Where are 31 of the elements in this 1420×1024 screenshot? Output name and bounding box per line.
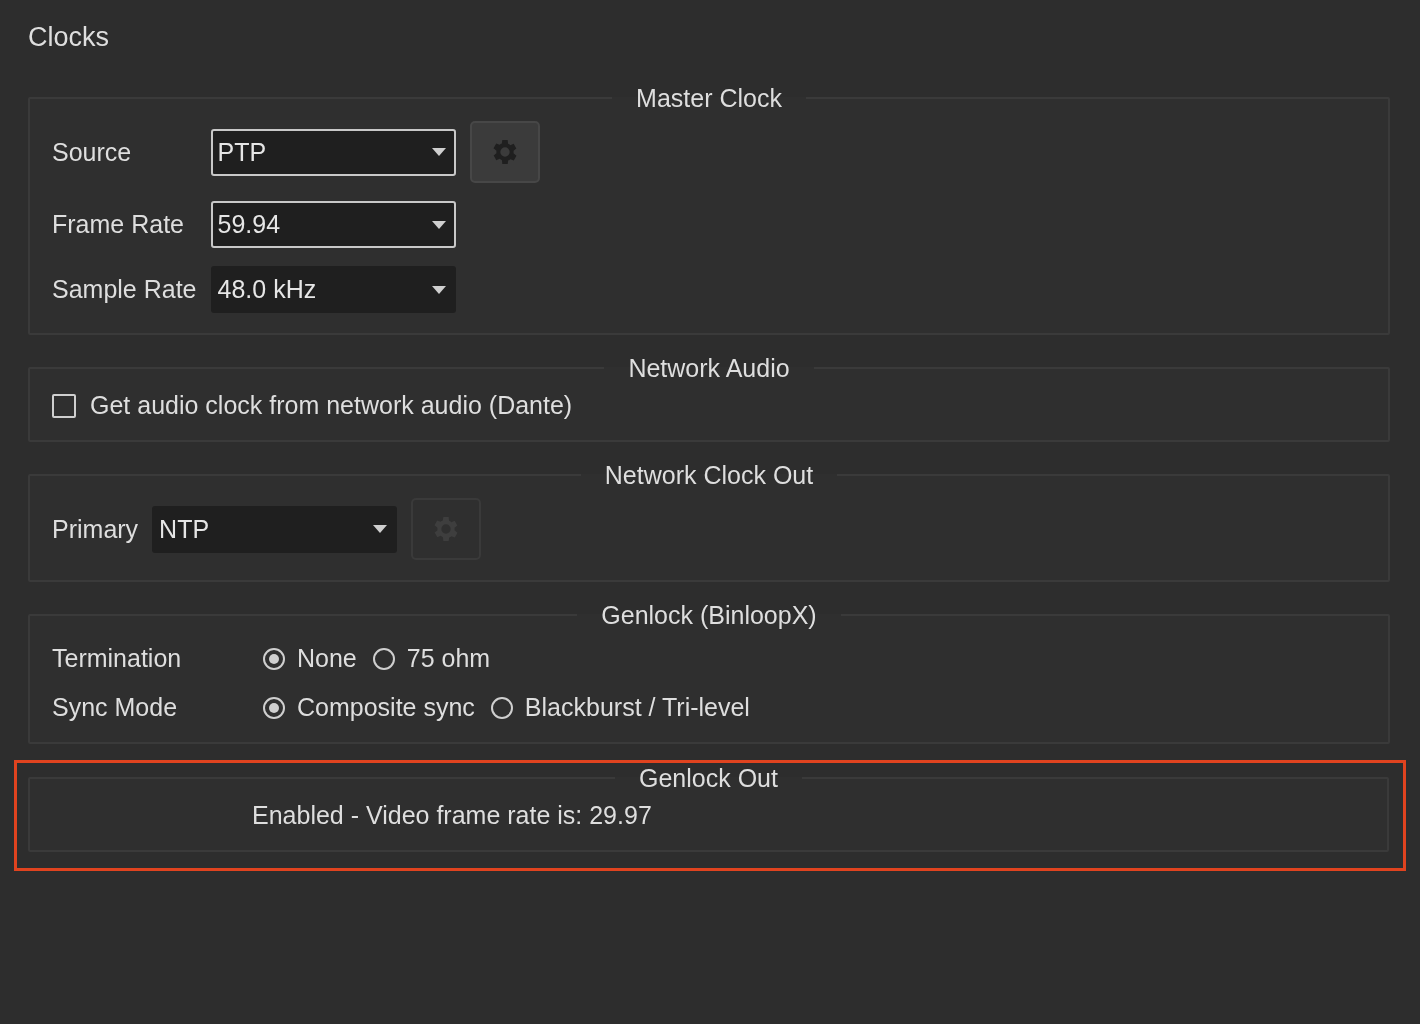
caret-icon — [431, 220, 446, 229]
radio-label: 75 ohm — [406, 644, 491, 673]
radio-label: None — [297, 644, 357, 673]
group-title: Network Audio — [627, 353, 791, 383]
radio-button[interactable] — [263, 696, 285, 719]
field-label: Source — [52, 137, 133, 167]
group-title: Network Clock Out — [603, 460, 815, 490]
radio-button[interactable] — [263, 647, 285, 670]
caret-icon — [431, 148, 446, 156]
radio-label: Blackburst / Tri-level — [524, 693, 750, 722]
field-label: Primary — [52, 514, 139, 544]
group-title: Master Clock — [635, 83, 783, 113]
radio-label: Composite sync — [297, 693, 475, 722]
dropdown[interactable]: NTP — [152, 505, 398, 553]
checkbox-label: Get audio clock from network audio (Dante) — [90, 391, 573, 420]
status-text: Enabled - Video frame rate is: 29.97 — [251, 801, 653, 830]
group-title: Genlock (BinloopX) — [600, 600, 818, 630]
checkbox[interactable] — [52, 393, 76, 418]
dropdown[interactable]: 48.0 kHz — [210, 266, 456, 313]
field-label: Termination — [52, 644, 183, 673]
group-title: Genlock Out — [638, 763, 779, 793]
dropdown[interactable]: 59.94 — [210, 201, 456, 248]
field-label: Frame Rate — [52, 210, 185, 239]
caret-icon — [431, 285, 446, 294]
caret-icon — [373, 525, 388, 533]
dropdown[interactable]: PTP — [210, 128, 456, 176]
radio-button[interactable] — [372, 647, 395, 670]
field-label: Sync Mode — [52, 693, 179, 722]
page-title: Clocks — [28, 22, 110, 53]
field-label: Sample Rate — [52, 275, 197, 304]
radio-button[interactable] — [490, 696, 513, 719]
